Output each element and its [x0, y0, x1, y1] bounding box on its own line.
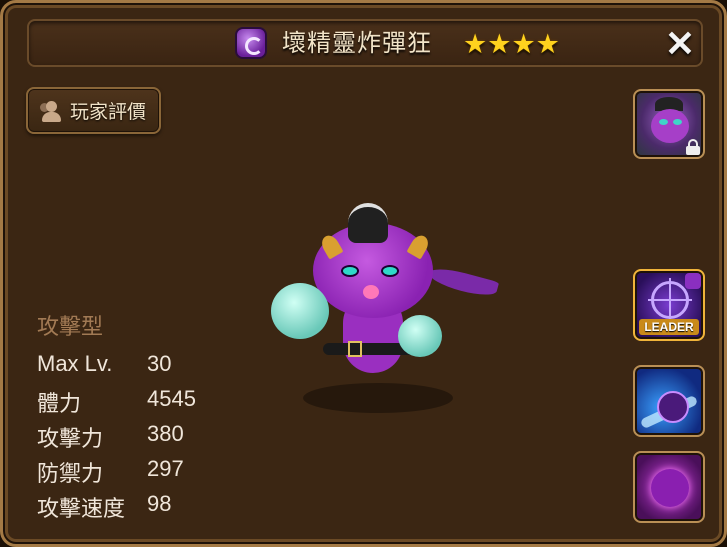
skill-3-button[interactable] — [633, 451, 705, 523]
stat-label: 攻擊速度 — [37, 496, 126, 521]
stat-label: Max Lv. — [37, 351, 113, 376]
stat-label: 防禦力 — [37, 461, 104, 486]
monster-shadow — [303, 383, 453, 413]
star-icon: ★ — [463, 29, 488, 59]
bomb-ball — [271, 283, 329, 339]
leader-skill-icon — [648, 278, 692, 322]
stat-row-attack: 攻擊力 380 — [37, 421, 237, 451]
monster-hair — [348, 203, 388, 243]
monster-buckle — [348, 341, 362, 357]
stat-row-max-level: Max Lv. 30 — [37, 351, 237, 381]
portrait-eye — [659, 119, 668, 125]
skill-2-button[interactable] — [633, 365, 705, 437]
stat-value: 297 — [147, 456, 184, 481]
star-icon: ★ — [487, 29, 512, 59]
dark-attribute-icon — [235, 27, 267, 59]
bomb-skill-icon — [657, 391, 689, 423]
monster-portrait-button[interactable] — [633, 89, 705, 159]
stat-value: 30 — [147, 351, 172, 376]
monster-name: 壞精靈炸彈狂 — [282, 30, 432, 57]
portrait-eye — [673, 119, 682, 125]
monster-nose — [363, 285, 379, 299]
monster-eye — [341, 265, 359, 277]
lock-icon — [685, 139, 701, 155]
monster-eye — [381, 265, 399, 277]
monster-type: 攻擊型 — [37, 314, 104, 339]
dark-attribute-icon — [685, 273, 701, 289]
leader-label: LEADER — [639, 319, 699, 335]
dark-face-skill-icon — [651, 469, 689, 507]
close-button[interactable]: ✕ — [661, 26, 699, 62]
stat-row-speed: 攻擊速度 98 — [37, 491, 237, 521]
bomb-ball — [398, 315, 442, 357]
star-icon: ★ — [535, 29, 560, 59]
leader-skill-button[interactable]: LEADER — [633, 269, 705, 341]
stat-value: 4545 — [147, 386, 196, 411]
stat-value: 380 — [147, 421, 184, 446]
stat-value: 98 — [147, 491, 172, 516]
stat-label: 體力 — [37, 391, 82, 416]
monster-ear — [426, 264, 500, 300]
monster-info-panel: 壞精靈炸彈狂 ★ ★ ★ ★ ✕ 玩家評價 LEADER 攻擊型 Max Lv.… — [0, 0, 727, 547]
monster-portrait-icon — [651, 109, 689, 143]
player-review-label: 玩家評價 — [70, 102, 147, 123]
star-icon: ★ — [511, 29, 536, 59]
star-rating: ★ ★ ★ ★ — [463, 29, 560, 59]
player-review-button[interactable]: 玩家評價 — [26, 87, 161, 134]
monster-model — [263, 193, 513, 423]
stat-row-defense: 防禦力 297 — [37, 456, 237, 486]
user-icon — [40, 100, 62, 122]
stat-row-hp: 體力 4545 — [37, 386, 237, 416]
stat-label: 攻擊力 — [37, 426, 104, 451]
